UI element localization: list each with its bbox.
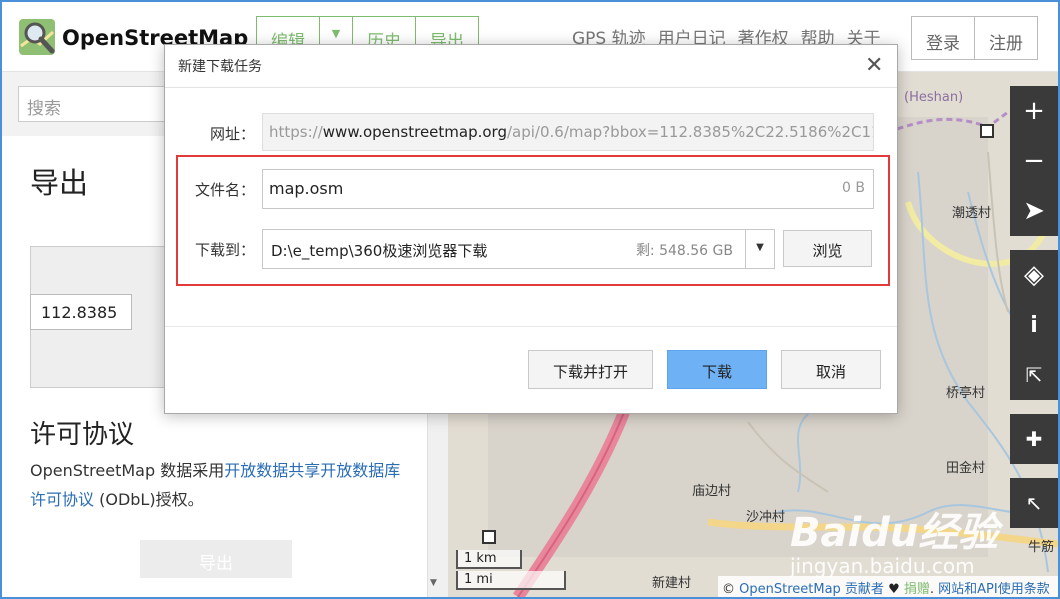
search-input[interactable]: 搜索 xyxy=(18,86,168,122)
signup-button[interactable]: 注册 xyxy=(974,16,1038,60)
free-space: 剩: 548.56 GB xyxy=(635,243,733,259)
bbox-handle-sw[interactable] xyxy=(482,530,496,544)
osm-contributors-link[interactable]: OpenStreetMap 贡献者 xyxy=(739,582,884,597)
new-download-dialog: 新建下载任务 ✕ 网址： https://www.openstreetmap.o… xyxy=(164,44,898,414)
saveto-path: D:\e_temp\360极速浏览器下载 xyxy=(271,242,488,260)
map-attribution: © OpenStreetMap 贡献者 ♥ 捐赠. 网站和API使用条款 xyxy=(718,576,1058,597)
login-button[interactable]: 登录 xyxy=(911,16,975,60)
map-label-shachong: 沙冲村 xyxy=(746,510,786,525)
license-text-part2: (ODbL)授权。 xyxy=(94,490,204,509)
saveto-label: 下载到： xyxy=(194,241,255,259)
query-controls: ↖ xyxy=(1010,478,1058,528)
zoom-in-icon[interactable]: + xyxy=(1010,86,1058,136)
terms-link[interactable]: 网站和API使用条款 xyxy=(938,582,1050,597)
locate-icon[interactable]: ➤ xyxy=(1010,186,1058,236)
donate-link[interactable]: 捐赠 xyxy=(904,582,930,597)
url-label: 网址： xyxy=(209,125,255,143)
page-title: 导出 xyxy=(30,166,89,200)
export-button[interactable]: 导出 xyxy=(140,540,292,578)
filename-input[interactable]: map.osm 0 B xyxy=(262,169,874,209)
file-size: 0 B xyxy=(842,180,865,196)
baidu-watermark: Baidu经验 jingyan.baidu.com xyxy=(790,500,998,578)
license-text: OpenStreetMap 数据采用开放数据共享开放数据库许可协议 (ODbL)… xyxy=(30,456,410,514)
saveto-path-input[interactable]: D:\e_temp\360极速浏览器下载 剩: 548.56 GB xyxy=(262,229,746,269)
share-icon[interactable]: ⇱ xyxy=(1010,350,1058,400)
osm-logo-icon[interactable] xyxy=(18,18,56,56)
info-icon[interactable]: i xyxy=(1010,300,1058,350)
url-prefix: https:// xyxy=(269,123,323,141)
close-icon[interactable]: ✕ xyxy=(865,53,883,78)
download-and-open-button[interactable]: 下载并打开 xyxy=(528,350,653,389)
attribution-separator: . xyxy=(929,582,939,597)
query-features-icon[interactable]: ↖ xyxy=(1010,478,1058,528)
license-title: 许可协议 xyxy=(30,420,135,450)
scroll-down-arrow-icon[interactable]: ▼ xyxy=(430,578,437,588)
url-rest: /api/0.6/map?bbox=112.8385%2C22.5186%2C1… xyxy=(506,123,874,141)
map-label-heshan: (Heshan) xyxy=(904,90,964,105)
filename-label: 文件名： xyxy=(194,181,255,199)
heart-icon: ♥ xyxy=(883,582,904,597)
download-button[interactable]: 下载 xyxy=(667,350,767,389)
note-controls: ✚ xyxy=(1010,414,1058,464)
map-label-chaotou: 潮透村 xyxy=(952,206,992,221)
add-note-icon[interactable]: ✚ xyxy=(1010,414,1058,464)
dialog-title: 新建下载任务 xyxy=(178,59,262,75)
url-field: https://www.openstreetmap.org/api/0.6/ma… xyxy=(262,113,874,151)
baidu-watermark-logo: Baidu经验 xyxy=(790,510,999,556)
auth-buttons: 登录 注册 xyxy=(911,16,1038,60)
baidu-watermark-url: jingyan.baidu.com xyxy=(790,554,975,578)
map-label-qiaoting: 桥亭村 xyxy=(946,386,986,401)
url-host: www.openstreetmap.org xyxy=(322,123,507,141)
cancel-button[interactable]: 取消 xyxy=(781,350,881,389)
dialog-divider xyxy=(165,87,897,88)
layers-icon[interactable]: ◈ xyxy=(1010,250,1058,300)
filename-value: map.osm xyxy=(269,179,344,198)
scale-km: 1 km xyxy=(456,550,522,569)
zoom-controls: + − ➤ xyxy=(1010,86,1058,236)
map-label-niujin: 牛筋 xyxy=(1028,540,1055,555)
zoom-out-icon[interactable]: − xyxy=(1010,136,1058,186)
layer-controls: ◈ i ⇱ xyxy=(1010,250,1058,400)
license-text-part1: OpenStreetMap 数据采用 xyxy=(30,461,225,480)
scale-mi: 1 mi xyxy=(456,571,566,590)
map-label-tianjin: 田金村 xyxy=(946,461,986,476)
bbox-handle-ne[interactable] xyxy=(980,124,994,138)
map-label-miaobian: 庙边村 xyxy=(692,484,732,499)
min-lon-input[interactable]: 112.8385 xyxy=(30,294,132,330)
dialog-footer-divider xyxy=(165,326,897,327)
map-label-xinjian: 新建村 xyxy=(652,576,692,591)
path-dropdown-chevron-icon[interactable]: ▼ xyxy=(745,229,775,269)
copyright-symbol: © xyxy=(722,582,740,597)
browse-button[interactable]: 浏览 xyxy=(783,230,872,267)
